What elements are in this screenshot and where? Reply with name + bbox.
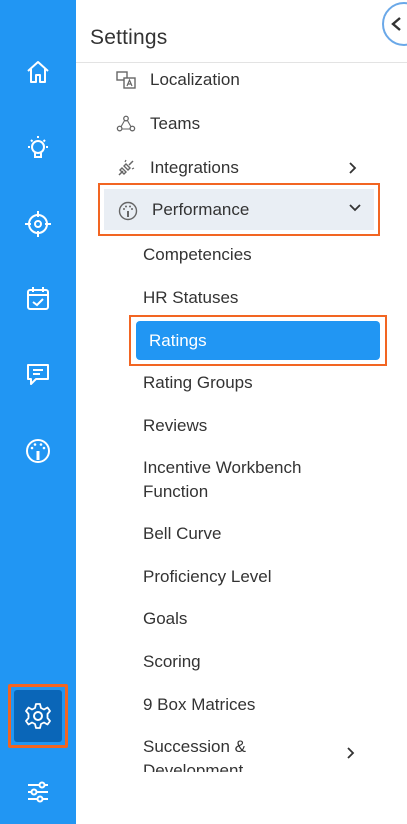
submenu-item-label: Ratings <box>149 331 207 350</box>
calendar-button[interactable] <box>14 275 62 323</box>
chevron-right-icon <box>349 162 357 174</box>
menu-item-integrations[interactable]: Integrations <box>76 148 407 188</box>
menu-item-teams[interactable]: Teams <box>76 104 407 144</box>
performance-highlight: Performance <box>98 183 380 236</box>
target-icon <box>25 211 51 237</box>
submenu-item-competencies[interactable]: Competencies <box>143 243 252 267</box>
lightbulb-icon <box>28 136 48 158</box>
menu-item-localization[interactable]: Localization <box>76 63 407 100</box>
ideas-button[interactable] <box>14 124 62 172</box>
analytics-button[interactable] <box>14 427 62 475</box>
submenu-item-goals[interactable]: Goals <box>143 607 187 631</box>
submenu-item-succession-development[interactable]: Succession & Development <box>143 735 273 772</box>
submenu-item-bell-curve[interactable]: Bell Curve <box>143 522 221 546</box>
sliders-icon <box>28 781 48 803</box>
panel-footer <box>76 772 407 824</box>
nav-rail <box>0 0 76 824</box>
submenu-item-hr-statuses[interactable]: HR Statuses <box>143 286 238 310</box>
goals-button[interactable] <box>14 200 62 248</box>
chat-icon <box>27 364 49 385</box>
teams-icon <box>116 114 136 134</box>
submenu-item-reviews[interactable]: Reviews <box>143 414 207 438</box>
gear-icon <box>25 703 51 729</box>
feedback-button[interactable] <box>14 350 62 398</box>
submenu-item-incentive-workbench-function[interactable]: Incentive Workbench Function <box>143 456 333 504</box>
menu-item-label: Integrations <box>150 158 239 177</box>
gauge-icon <box>118 201 138 221</box>
speedometer-icon <box>26 439 50 463</box>
localization-icon <box>116 70 136 90</box>
collapse-panel-button[interactable] <box>382 2 407 46</box>
chevron-down-icon <box>349 204 361 212</box>
chevron-right-icon <box>347 747 355 759</box>
menu-item-label: Performance <box>152 200 250 219</box>
submenu-item-proficiency-level[interactable]: Proficiency Level <box>143 565 272 589</box>
plug-icon <box>116 158 136 178</box>
submenu-item-rating-groups[interactable]: Rating Groups <box>143 371 253 395</box>
submenu-item-scoring[interactable]: Scoring <box>143 650 201 674</box>
home-icon <box>27 61 49 83</box>
preferences-button[interactable] <box>14 768 62 816</box>
chevron-left-icon <box>391 17 401 31</box>
home-button[interactable] <box>14 48 62 96</box>
menu-item-label: Teams <box>150 114 201 133</box>
menu-item-label: Localization <box>150 70 240 89</box>
menu-item-performance[interactable]: Performance <box>104 189 374 230</box>
settings-button[interactable] <box>8 684 68 748</box>
settings-panel: Settings Localization Teams Integrations <box>76 0 407 824</box>
submenu-item-9-box-matrices[interactable]: 9 Box Matrices <box>143 693 255 717</box>
panel-title: Settings <box>90 26 168 49</box>
settings-menu-list: Localization Teams Integrations Performa… <box>76 63 407 772</box>
ratings-highlight: Ratings <box>129 315 387 366</box>
calendar-check-icon <box>27 287 49 310</box>
submenu-item-ratings[interactable]: Ratings <box>136 321 380 360</box>
